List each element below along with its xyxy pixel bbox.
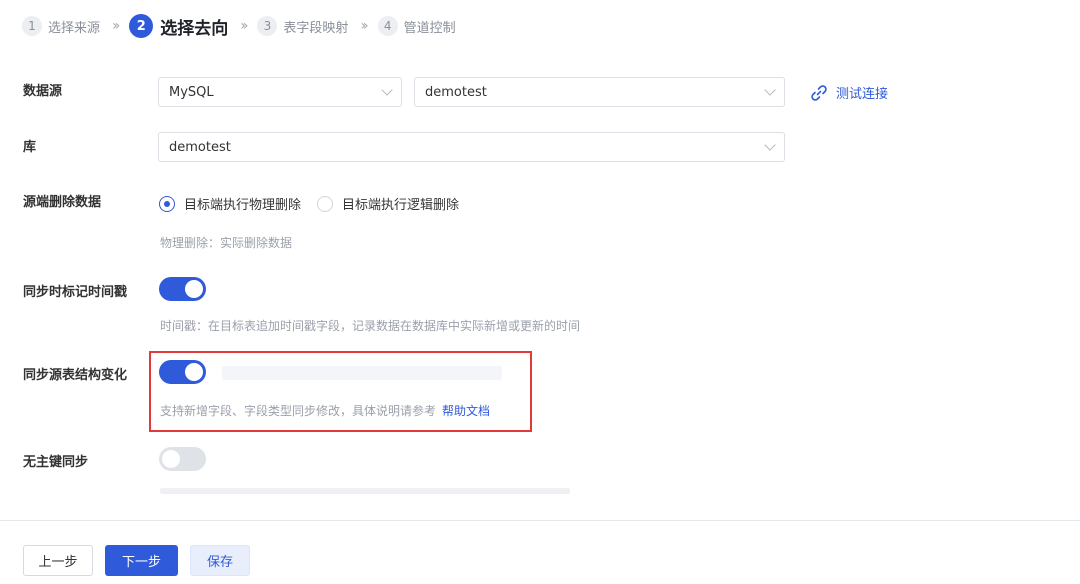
step-select-source[interactable]: 1 选择来源 [22,16,100,36]
step-label: 表字段映射 [283,20,349,36]
chevron-double-right-icon: ›› [360,18,368,34]
toggle-knob [162,450,180,468]
chevron-double-right-icon: ›› [112,18,120,34]
radio-checked-icon [159,195,175,212]
step-pipeline-control[interactable]: 4 管道控制 [377,16,456,36]
datasource-instance-select[interactable]: demotest [414,77,785,107]
radio-label: 目标端执行物理删除 [184,198,302,213]
radio-physical-delete[interactable]: 目标端执行物理删除 [159,194,301,213]
step-number: 1 [22,16,42,36]
step-number: 2 [129,14,154,38]
datasource-type-value: MySQL [169,84,214,100]
sync-timestamp-toggle[interactable] [159,277,206,301]
sync-timestamp-label: 同步时标记时间戳 [23,285,128,300]
database-select[interactable]: demotest [158,132,785,162]
step-field-mapping[interactable]: 3 表字段映射 [257,16,348,36]
datasource-instance-value: demotest [425,84,487,100]
delete-data-hint: 物理删除：实际删除数据 [160,236,293,250]
footer-bar: 上一步 下一步 保存 [0,520,1080,584]
database-value: demotest [169,139,231,155]
datasource-type-select[interactable]: MySQL [158,77,402,107]
step-select-destination[interactable]: 2 选择去向 [129,14,228,39]
sync-timestamp-hint: 时间戳：在目标表追加时间戳字段，记录数据在数据库中实际新增或更新的时间 [160,319,581,333]
test-connection-label: 测试连接 [836,87,889,102]
radio-label: 目标端执行逻辑删除 [342,198,460,213]
link-icon [811,84,827,101]
delete-data-label: 源端删除数据 [23,195,102,210]
chevron-down-icon [381,84,393,96]
step-number: 4 [377,16,398,36]
datasource-label: 数据源 [23,84,63,99]
no-pk-sync-toggle[interactable] [159,447,206,471]
step-label: 管道控制 [403,20,456,36]
radio-logical-delete[interactable]: 目标端执行逻辑删除 [317,194,459,213]
database-label: 库 [23,140,37,155]
sync-schema-label: 同步源表结构变化 [23,368,128,383]
radio-unchecked-icon [317,195,333,212]
toggle-knob [185,280,203,298]
stepper: 1 选择来源 ›› 2 选择去向 ›› 3 表字段映射 ›› 4 管道控制 [22,13,456,39]
prev-button[interactable]: 上一步 [23,545,93,576]
test-connection-link[interactable]: 测试连接 [810,83,888,102]
chevron-double-right-icon: ›› [240,18,248,34]
highlight-box [149,351,532,432]
save-button[interactable]: 保存 [190,545,250,576]
blurred-text [160,488,570,494]
chevron-down-icon [764,84,776,96]
no-pk-sync-label: 无主键同步 [23,455,89,470]
next-button[interactable]: 下一步 [105,545,178,576]
step-number: 3 [257,16,278,36]
step-label: 选择来源 [48,20,101,36]
step-label: 选择去向 [160,18,229,39]
chevron-down-icon [764,139,776,151]
